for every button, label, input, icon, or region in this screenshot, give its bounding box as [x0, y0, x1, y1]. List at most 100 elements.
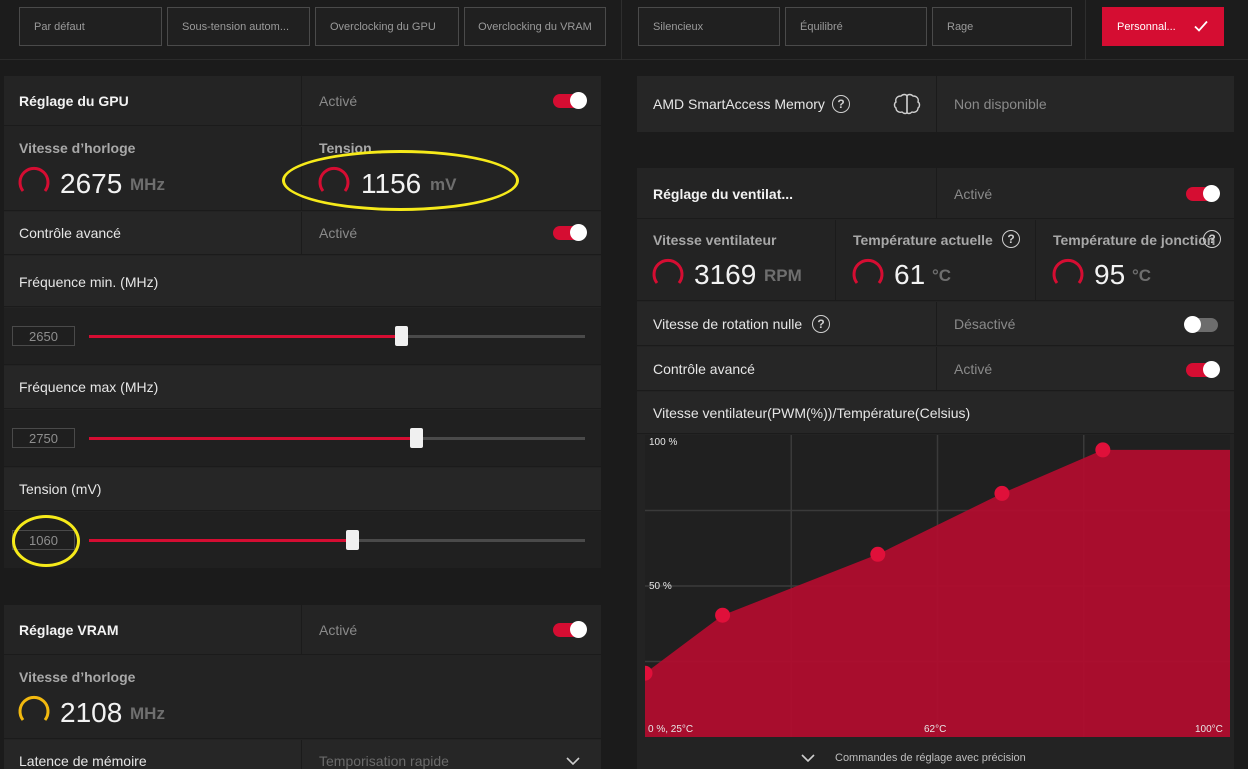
zero-rpm-toggle[interactable]: [1184, 316, 1218, 333]
fan-speed-unit: RPM: [764, 266, 802, 285]
fan-speed-value: 3169: [694, 259, 757, 290]
preset-custom-button[interactable]: Personnal...: [1102, 7, 1224, 46]
freq-min-slider-thumb[interactable]: [395, 326, 409, 346]
current-temp-gauge-icon: [852, 258, 884, 284]
fan-curve-svg: [645, 435, 1230, 737]
vram-tuning-status: Activé: [319, 622, 358, 638]
fan-stats-row: Vitesse ventilateur 3169 RPM Température…: [637, 220, 1234, 301]
preset-rage-button[interactable]: Rage: [932, 7, 1072, 46]
help-icon[interactable]: ?: [1002, 230, 1020, 248]
gpu-voltage-value: 1156: [361, 168, 422, 199]
preset-silent-button[interactable]: Silencieux: [638, 7, 780, 46]
preset-balanced-button[interactable]: Équilibré: [785, 7, 927, 46]
divider: [301, 605, 302, 654]
current-temp-unit: °C: [932, 266, 952, 285]
fan-curve-point[interactable]: [715, 607, 731, 623]
gpu-tuning-title: Réglage du GPU: [19, 93, 129, 109]
freq-max-slider-thumb[interactable]: [410, 428, 424, 448]
freq-min-slider[interactable]: [89, 335, 585, 338]
divider: [936, 76, 937, 132]
junction-temp-gauge-icon: [1052, 258, 1084, 284]
fan-curve-point[interactable]: [994, 485, 1010, 501]
divider: [1035, 220, 1036, 300]
divider: [301, 740, 302, 769]
fan-header-row: Réglage du ventilat... Activé: [637, 168, 1234, 219]
fan-curve-chart[interactable]: 100 % 50 % 0 %, 25°C 62°C 100°C: [645, 435, 1230, 737]
fan-advanced-row: Contrôle avancé Activé: [637, 347, 1234, 391]
gpu-advanced-row: Contrôle avancé Activé: [4, 212, 601, 255]
divider: [301, 76, 302, 125]
toggle-knob: [570, 621, 587, 638]
fan-tuning-title: Réglage du ventilat...: [653, 186, 794, 202]
tension-slider-thumb[interactable]: [345, 530, 359, 550]
vram-tuning-title: Réglage VRAM: [19, 622, 119, 638]
gpu-advanced-label: Contrôle avancé: [19, 225, 121, 241]
brain-icon: [893, 93, 921, 115]
preset-label: Sous-tension autom...: [182, 20, 290, 33]
zero-rpm-row: Vitesse de rotation nulle ? Désactivé: [637, 302, 1234, 346]
preset-label: Personnal...: [1117, 20, 1176, 33]
chevron-down-icon[interactable]: [800, 753, 816, 763]
vram-stats-row: Vitesse d’horloge 2108 MHz: [4, 656, 601, 739]
toggle-knob: [570, 92, 587, 109]
divider: [301, 127, 302, 210]
preset-bar: Par défaut Sous-tension autom... Overclo…: [0, 0, 1248, 60]
preset-label: Overclocking du VRAM: [478, 20, 592, 33]
fan-curve-header: Vitesse ventilateur(PWM(%))/Température(…: [637, 392, 1234, 434]
freq-max-slider[interactable]: [89, 437, 585, 440]
gpu-voltage-unit: mV: [430, 175, 457, 194]
vram-clock-value: 2108: [60, 697, 123, 728]
vram-header-row: Réglage VRAM Activé: [4, 605, 601, 655]
fan-curve-point[interactable]: [1095, 442, 1111, 458]
fan-tuning-toggle[interactable]: [1186, 185, 1220, 202]
preset-label: Overclocking du GPU: [330, 20, 436, 33]
freq-min-label: Fréquence min. (MHz): [19, 274, 159, 290]
junction-temp-value: 95: [1094, 259, 1126, 290]
help-icon[interactable]: ?: [812, 315, 830, 333]
toggle-knob: [1203, 185, 1220, 202]
memory-latency-select[interactable]: Temporisation rapide: [319, 753, 449, 769]
fan-curve-point[interactable]: [870, 546, 886, 562]
tension-slider[interactable]: [89, 539, 585, 542]
preset-label: Par défaut: [34, 20, 85, 33]
freq-min-input[interactable]: 2650: [12, 326, 75, 346]
vram-tuning-panel: Réglage VRAM Activé Vitesse d’horloge 21…: [4, 605, 601, 769]
checkmark-icon: [1194, 20, 1208, 32]
fan-advanced-status: Activé: [954, 361, 993, 377]
help-icon[interactable]: ?: [832, 95, 850, 113]
preset-gpu-overclock-button[interactable]: Overclocking du GPU: [315, 7, 459, 46]
fan-advanced-toggle[interactable]: [1186, 361, 1220, 378]
preset-label: Rage: [947, 20, 974, 33]
precision-controls-label[interactable]: Commandes de réglage avec précision: [835, 752, 1026, 764]
junction-temp-label: Température de jonction: [1053, 232, 1216, 248]
vram-tuning-toggle[interactable]: [553, 621, 587, 638]
gpu-clock-value: 2675: [60, 168, 123, 199]
fan-speed-label: Vitesse ventilateur: [653, 232, 777, 248]
preset-auto-undervolt-button[interactable]: Sous-tension autom...: [167, 7, 310, 46]
x-tick-label: 62°C: [924, 724, 947, 735]
zero-rpm-label: Vitesse de rotation nulle: [653, 316, 803, 332]
freq-max-input[interactable]: 2750: [12, 428, 75, 448]
help-icon[interactable]: ?: [1203, 230, 1221, 248]
preset-vram-overclock-button[interactable]: Overclocking du VRAM: [464, 7, 606, 46]
gpu-clock-label: Vitesse d’horloge: [19, 140, 136, 156]
gpu-stats-row: Vitesse d’horloge 2675 MHz Tension 1156 …: [4, 127, 601, 211]
gpu-header-row: Réglage du GPU Activé: [4, 76, 601, 126]
fan-speed-gauge-icon: [652, 258, 684, 284]
vram-clock-gauge-icon: [18, 695, 50, 721]
current-temp-label: Température actuelle: [853, 232, 993, 248]
gpu-tuning-toggle[interactable]: [553, 92, 587, 109]
x-tick-label: 0 %, 25°C: [648, 724, 694, 735]
sam-label: AMD SmartAccess Memory: [653, 96, 825, 112]
preset-default-button[interactable]: Par défaut: [19, 7, 162, 46]
y-tick-label: 100 %: [649, 437, 678, 448]
gpu-tuning-panel: Réglage du GPU Activé Vitesse d’horloge …: [4, 76, 601, 569]
tension-input[interactable]: 1060: [12, 530, 75, 550]
tension-slider-row: 1060: [4, 512, 601, 569]
smart-access-memory-row: AMD SmartAccess Memory ? Non disponible: [637, 76, 1234, 132]
gpu-advanced-toggle[interactable]: [553, 224, 587, 241]
chevron-down-icon[interactable]: [566, 756, 580, 766]
freq-min-label-row: Fréquence min. (MHz): [4, 256, 601, 307]
divider: [936, 302, 937, 345]
slider-fill: [89, 437, 417, 440]
